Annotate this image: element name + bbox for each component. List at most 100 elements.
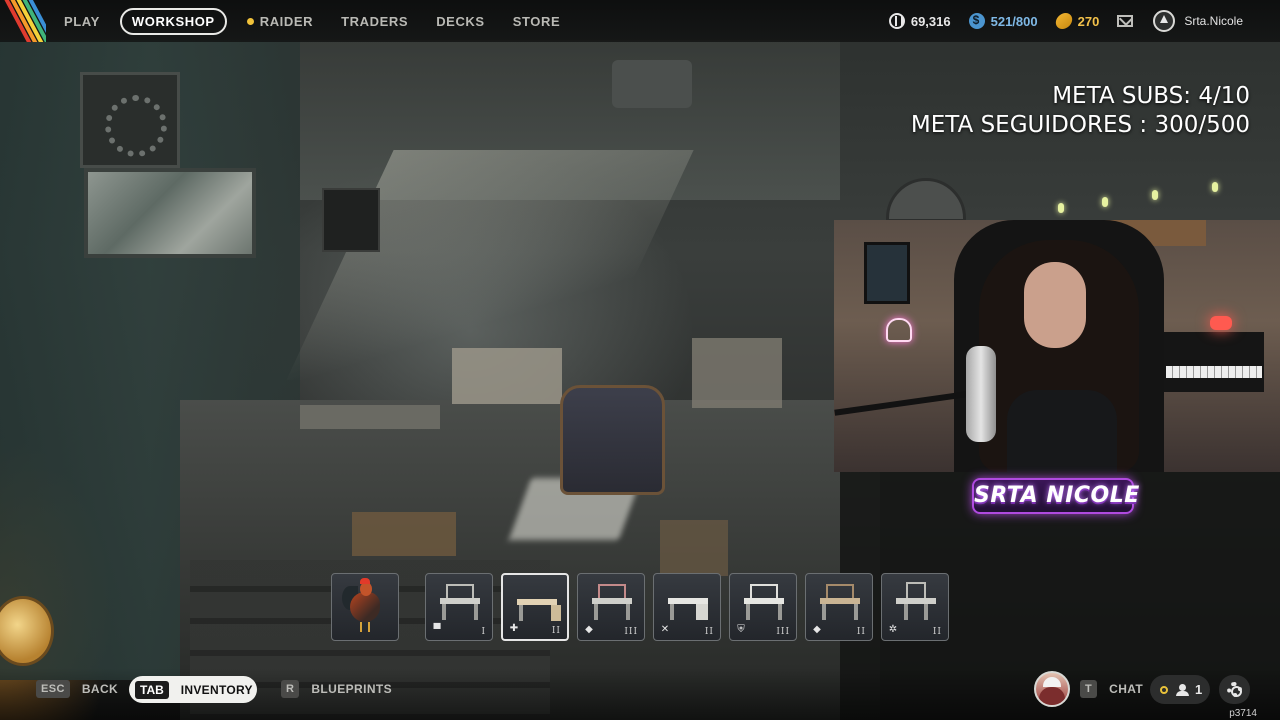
workbench-icon	[668, 584, 708, 620]
settings-gear-icon[interactable]	[1219, 675, 1250, 704]
credits-icon	[968, 13, 985, 29]
streamer-face	[1024, 262, 1086, 348]
tokens-counter[interactable]: 270	[1053, 13, 1100, 29]
party-button[interactable]: 1	[1150, 675, 1210, 704]
currency-bar: 69,316 521/800 270 Srta.Nicole	[888, 0, 1280, 42]
token-icon	[1053, 13, 1074, 29]
webcam-feed	[834, 220, 1280, 472]
blueprints-label: BLUEPRINTS	[311, 682, 393, 696]
raider-dot-icon	[246, 18, 254, 25]
username: Srta.Nicole	[1184, 14, 1243, 28]
coins-counter[interactable]: 69,316	[888, 13, 951, 29]
string-light	[1058, 203, 1064, 213]
esc-key: ESC	[36, 680, 70, 698]
nav-play[interactable]: PLAY	[50, 8, 114, 35]
webcam-lamp	[1210, 316, 1232, 330]
item-slot[interactable]: ✕ II	[653, 573, 721, 641]
tier-label: III	[624, 627, 638, 637]
credits-value: 521/800	[990, 13, 1038, 29]
category-icon: ▀	[433, 624, 441, 635]
nav-raider-label: RAIDER	[259, 14, 314, 29]
tier-label: II	[856, 627, 866, 637]
item-slot-selected[interactable]: ✚ II	[501, 573, 569, 641]
workbench-icon	[440, 584, 480, 620]
chat-label: CHAT	[1109, 682, 1144, 696]
webcam-poster	[864, 242, 910, 304]
back-button[interactable]: ESC BACK	[36, 680, 118, 698]
mail-icon[interactable]	[1117, 15, 1134, 27]
meta-subs-text: META SUBS: 4/10	[1052, 83, 1250, 109]
workbench-icon	[744, 584, 784, 620]
scene-ceiling-lamp	[612, 60, 692, 108]
user-profile[interactable]: Srta.Nicole	[1153, 10, 1243, 32]
chat-button[interactable]: T CHAT	[1080, 680, 1143, 698]
nav-decks[interactable]: DECKS	[422, 8, 499, 35]
scene-desk	[692, 338, 782, 408]
category-icon: ✕	[660, 624, 670, 635]
party-count: 1	[1195, 682, 1203, 697]
scene-table	[300, 405, 440, 429]
top-bar: PLAY WORKSHOP RAIDER TRADERS DECKS STORE…	[0, 0, 1280, 42]
mic-arm	[834, 390, 974, 416]
item-slot[interactable]: ◆ III	[577, 573, 645, 641]
streamer-body	[1007, 390, 1117, 472]
nav-store[interactable]: STORE	[499, 8, 575, 35]
string-light	[1102, 197, 1108, 207]
item-slot[interactable]: ✲ II	[881, 573, 949, 641]
nav-traders[interactable]: TRADERS	[327, 8, 422, 35]
workbench-icon	[517, 585, 561, 621]
credits-counter[interactable]: 521/800	[968, 13, 1038, 29]
category-icon: ◆	[585, 624, 593, 635]
scene-desk	[452, 348, 562, 404]
build-version: p3714	[1229, 708, 1257, 719]
people-icon	[1173, 683, 1191, 696]
webcam-piano-keys	[1166, 366, 1262, 378]
streamer-logo: SRTA NICOLE	[972, 478, 1139, 514]
rank-icon	[1153, 10, 1176, 32]
t-key: T	[1080, 680, 1098, 698]
tier-label: II	[932, 627, 942, 637]
inventory-button[interactable]: TAB INVENTORY	[129, 676, 257, 703]
r-key: R	[281, 680, 300, 698]
coins-value: 69,316	[910, 13, 951, 29]
workbench-icon	[592, 584, 632, 620]
tier-label: II	[551, 626, 561, 636]
inventory-label: INVENTORY	[180, 682, 253, 697]
category-icon: ✲	[888, 624, 898, 635]
stream-goals: META SUBS: 4/10 META SEGUIDORES : 300/50…	[911, 82, 1250, 140]
streamer	[979, 240, 1139, 472]
mushroom-neon-icon	[886, 318, 912, 342]
category-icon: ⛨	[737, 624, 745, 635]
scene-window	[84, 168, 256, 258]
main-nav: PLAY WORKSHOP RAIDER TRADERS DECKS STORE	[50, 8, 574, 35]
scene-fan	[80, 72, 180, 168]
tab-key: TAB	[135, 680, 169, 699]
webcam-piano	[1164, 332, 1264, 392]
tier-label: II	[704, 627, 714, 637]
string-light	[1152, 190, 1158, 200]
coin-icon	[888, 13, 905, 29]
category-icon: ◆	[813, 624, 821, 635]
tokens-value: 270	[1077, 13, 1100, 29]
tier-label: III	[776, 627, 790, 637]
scene-box	[660, 520, 728, 576]
item-slot[interactable]: ◆ II	[805, 573, 873, 641]
nav-raider[interactable]: RAIDER	[233, 8, 327, 35]
item-slot[interactable]: ▀ I	[425, 573, 493, 641]
tier-label: I	[481, 627, 486, 637]
category-icon: ✚	[509, 623, 519, 634]
scene-crate	[352, 512, 456, 556]
scene-speaker	[322, 188, 380, 252]
status-dot-icon	[1160, 685, 1168, 694]
item-slot[interactable]: ⛨ III	[729, 573, 797, 641]
logo-stripe	[0, 0, 46, 42]
blueprints-button[interactable]: R BLUEPRINTS	[281, 680, 392, 698]
item-slot-rooster[interactable]	[331, 573, 399, 641]
meta-followers-text: META SEGUIDORES : 300/500	[910, 112, 1250, 138]
workbench-icon	[820, 584, 860, 620]
back-label: BACK	[81, 682, 119, 696]
workstation-selector: ▀ I ✚ II ◆ III ✕ II ⛨ III ◆ II ✲ II	[331, 573, 951, 641]
player-avatar[interactable]	[1034, 671, 1070, 707]
nav-workshop[interactable]: WORKSHOP	[119, 8, 227, 35]
workbench-icon	[896, 582, 936, 620]
